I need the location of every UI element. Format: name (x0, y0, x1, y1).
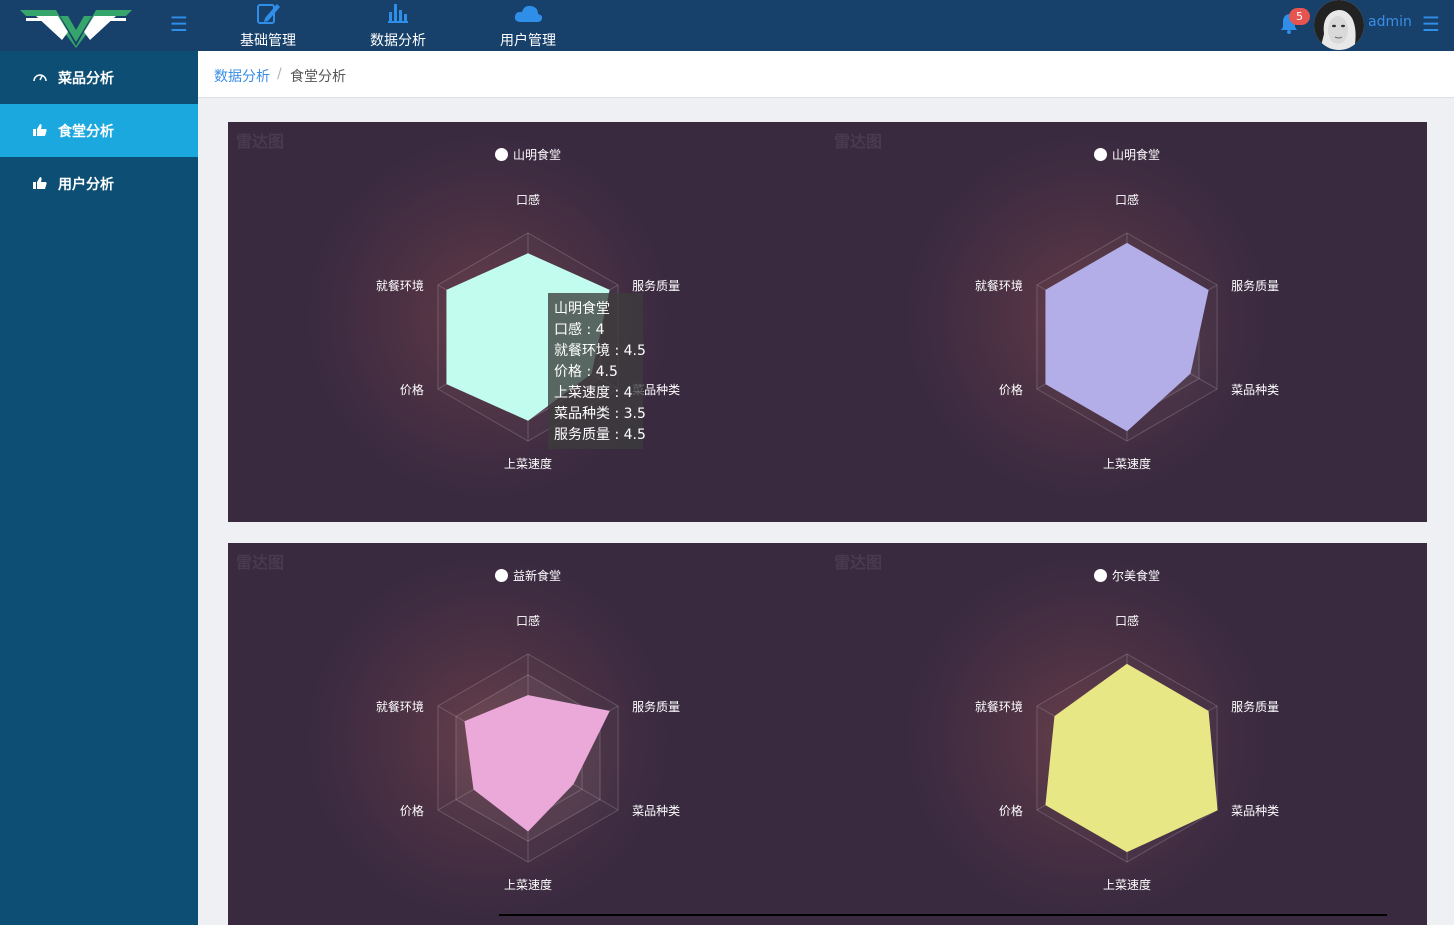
legend-label: 尔美食堂 (1112, 569, 1161, 583)
chart-panel-row-2: 雷达图 益新食堂 口感 服务质量 菜品种类 上菜速度 价格 就餐环境 雷达图 尔美食堂 口感 服务质… (228, 543, 1427, 925)
sidebar-toggle-icon[interactable]: ☰ (170, 14, 188, 34)
sidebar-item-label: 菜品分析 (58, 71, 114, 87)
radar-svg (877, 543, 1297, 925)
radar-indicator-label: 服务质量 (1231, 700, 1280, 714)
divider (499, 914, 1387, 916)
sidebar-item-user-analysis[interactable]: 用户分析 (0, 157, 198, 210)
tooltip-row: 口感 : 4 (554, 322, 605, 338)
menu-icon[interactable]: ☰ (1422, 14, 1440, 34)
nav-label: 数据分析 (370, 33, 426, 49)
chart-legend[interactable]: 尔美食堂 (1094, 567, 1160, 584)
radar-indicator-label: 口感 (1114, 614, 1139, 628)
dashboard-icon (33, 74, 47, 82)
sidebar-item-dish-analysis[interactable]: 菜品分析 (0, 51, 198, 104)
radar-indicator-label: 口感 (1114, 193, 1139, 207)
chart-panel-row-1: 雷达图 山明食堂 口感 服务质量 菜品种类 上菜速度 价格 就餐环境 雷达图 山明食堂 口感 服务质… (228, 122, 1427, 522)
radar-indicator-label: 就餐环境 (974, 700, 1023, 714)
radar-indicator-label: 就餐环境 (974, 279, 1023, 293)
nav-data-analysis[interactable]: 数据分析 (358, 0, 438, 51)
thumbs-up-icon (33, 124, 47, 136)
username[interactable]: admin (1368, 14, 1412, 30)
nav-label: 基础管理 (240, 33, 296, 49)
radar-indicator-label: 菜品种类 (1231, 804, 1280, 818)
legend-marker (1094, 148, 1107, 161)
sidebar-item-canteen-analysis[interactable]: 食堂分析 (0, 104, 198, 157)
edit-icon (257, 4, 280, 24)
radar-svg (877, 122, 1297, 522)
tooltip-row: 服务质量 : 4.5 (554, 427, 646, 443)
nav-basic-management[interactable]: 基础管理 (228, 0, 308, 51)
breadcrumb-separator: / (277, 66, 282, 82)
nav-label: 用户管理 (500, 33, 556, 49)
breadcrumb: 数据分析 / 食堂分析 (198, 51, 1454, 98)
avatar[interactable] (1314, 0, 1364, 50)
top-bar: ☰ 基础管理 数据分析 用户管理 5 admin ☰ (0, 0, 1454, 51)
tooltip-title: 山明食堂 (554, 301, 610, 317)
radar-indicator-label: 服务质量 (1231, 279, 1280, 293)
chart-title: 雷达图 (834, 132, 883, 151)
thumbs-up-icon (33, 177, 47, 189)
tooltip-row: 价格 : 4.5 (554, 364, 618, 380)
cloud-icon (514, 5, 543, 22)
chart-legend[interactable]: 山明食堂 (1094, 146, 1160, 163)
logo (20, 10, 132, 48)
radar-indicator-label: 上菜速度 (1102, 457, 1151, 471)
bar-chart-icon (388, 4, 408, 23)
sidebar: 菜品分析 食堂分析 用户分析 (0, 51, 198, 925)
legend-label: 山明食堂 (1112, 148, 1161, 162)
nav-user-management[interactable]: 用户管理 (488, 0, 568, 51)
sidebar-item-label: 用户分析 (58, 177, 114, 193)
radar-indicator-label: 上菜速度 (1102, 878, 1151, 892)
breadcrumb-parent[interactable]: 数据分析 (214, 66, 270, 86)
legend-marker (1094, 569, 1107, 582)
radar-indicator-label: 菜品种类 (1231, 383, 1280, 397)
radar-indicator-label: 价格 (998, 804, 1023, 818)
chart-tooltip: 山明食堂 口感 : 4 就餐环境 : 4.5 价格 : 4.5 上菜速度 : 4… (548, 293, 646, 449)
tooltip-row: 上菜速度 : 4 (554, 385, 633, 401)
chart-title: 雷达图 (834, 553, 883, 572)
sidebar-item-label: 食堂分析 (58, 124, 114, 140)
tooltip-row: 菜品种类 : 3.5 (554, 406, 646, 422)
notification-badge: 5 (1289, 8, 1310, 25)
radar-indicator-label: 价格 (998, 383, 1023, 397)
tooltip-row: 就餐环境 : 4.5 (554, 343, 646, 359)
breadcrumb-current: 食堂分析 (290, 69, 346, 85)
